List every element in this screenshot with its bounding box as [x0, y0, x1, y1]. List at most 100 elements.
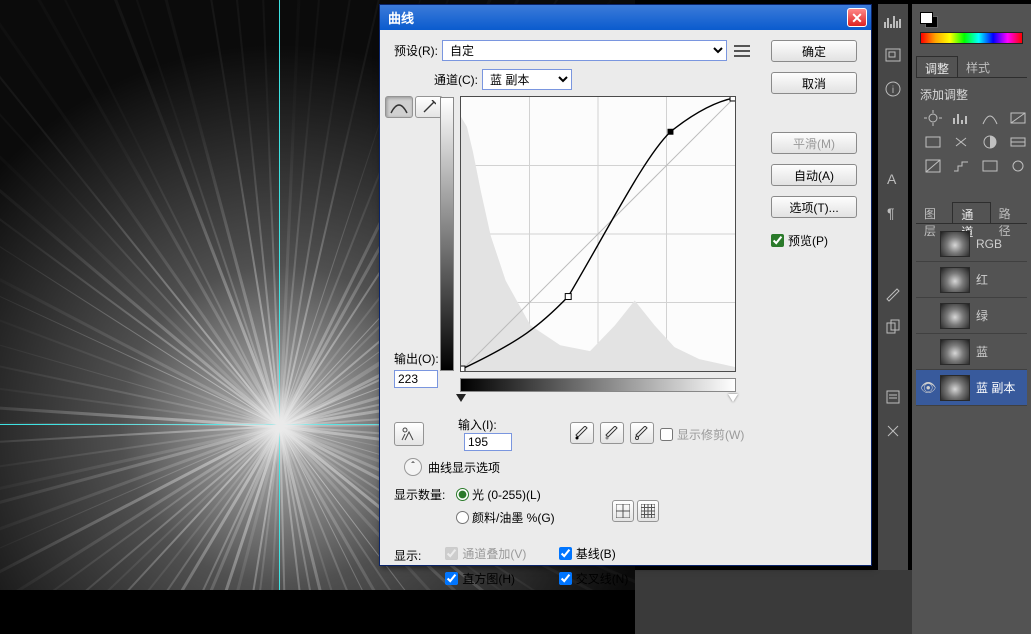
input-group: 输入(I):: [458, 416, 512, 451]
foreground-swatch[interactable]: [920, 12, 933, 24]
chk-histogram[interactable]: 直方图(H): [445, 570, 555, 587]
target-adjust-tool[interactable]: [394, 422, 424, 446]
add-adjustment-label: 添加调整: [920, 86, 1027, 103]
curves-dialog: 曲线 ✕ 预设(R): 自定 通道(C): 蓝 副本: [379, 4, 872, 566]
svg-text:A: A: [887, 171, 897, 187]
curve-draw-tool[interactable]: [415, 96, 443, 118]
character-icon[interactable]: A: [883, 170, 903, 188]
layers-tabbar: 图层 通道 路径: [916, 202, 1027, 224]
output-gradient: [440, 97, 454, 371]
selective-color-icon[interactable]: [1009, 157, 1027, 175]
tab-adjust[interactable]: 调整: [916, 56, 958, 77]
output-field[interactable]: [394, 370, 438, 388]
curve-display-expand: ˆ 曲线显示选项: [404, 458, 500, 476]
levels-icon[interactable]: [952, 109, 970, 127]
curve-point-tool[interactable]: [385, 96, 413, 118]
output-group: 输出(O):: [394, 350, 444, 388]
tab-channels[interactable]: 通道: [952, 202, 990, 223]
curve-grid[interactable]: [460, 96, 736, 372]
dialog-button-column: 确定 取消 平滑(M) 自动(A) 选项(T)... 预览(P): [771, 40, 857, 249]
hsl-icon[interactable]: [952, 133, 970, 151]
input-field[interactable]: [464, 433, 512, 451]
clone-source-icon[interactable]: [883, 318, 903, 336]
preset-label: 预设(R):: [394, 42, 438, 59]
channel-thumbnail: [940, 339, 970, 365]
tools-icon[interactable]: [883, 422, 903, 440]
show-label: 显示:: [394, 547, 442, 564]
eyedropper-white[interactable]: [630, 422, 654, 444]
radio-light[interactable]: 光 (0-255)(L): [456, 486, 541, 503]
ok-button[interactable]: 确定: [771, 40, 857, 62]
radio-ink[interactable]: 颜料/油墨 %(G): [456, 509, 555, 526]
threshold-icon[interactable]: [981, 157, 999, 175]
input-gradient: [460, 378, 736, 392]
input-label: 输入(I):: [458, 418, 497, 432]
chk-intersection[interactable]: 交叉线(N): [559, 570, 669, 587]
preset-select[interactable]: 自定: [442, 40, 727, 61]
close-button[interactable]: ✕: [847, 8, 867, 27]
tab-paths[interactable]: 路径: [991, 202, 1027, 223]
brush-icon[interactable]: [883, 284, 903, 302]
brightness-icon[interactable]: [924, 109, 942, 127]
grid-coarse-icon[interactable]: [612, 500, 634, 522]
channel-item-rgb[interactable]: RGB: [916, 226, 1027, 262]
tab-style[interactable]: 样式: [958, 56, 998, 77]
grid-fine-icon[interactable]: [637, 500, 659, 522]
channel-item-green[interactable]: 绿: [916, 298, 1027, 334]
display-amount-label: 显示数量:: [394, 486, 456, 503]
white-point-slider[interactable]: [728, 394, 738, 402]
color-ramp[interactable]: [920, 32, 1023, 44]
foreground-background-swatch[interactable]: [920, 12, 938, 28]
dialog-titlebar[interactable]: 曲线 ✕: [380, 5, 871, 30]
collapse-icon[interactable]: ˆ: [404, 458, 422, 476]
bw-icon[interactable]: [981, 133, 999, 151]
right-panel-stack: 调整 样式 添加调整 图层 通道 路径 R: [912, 4, 1031, 634]
preset-menu-icon[interactable]: [733, 42, 751, 60]
info-icon[interactable]: i: [883, 80, 903, 98]
channel-thumbnail: [940, 375, 970, 401]
grid-size-buttons: [612, 500, 659, 522]
channel-select[interactable]: 蓝 副本: [482, 69, 572, 90]
eyedropper-black[interactable]: [570, 422, 594, 444]
auto-button[interactable]: 自动(A): [771, 164, 857, 186]
gradient-icon[interactable]: [1009, 133, 1027, 151]
channel-item-blue[interactable]: 蓝: [916, 334, 1027, 370]
channel-thumbnail: [940, 267, 970, 293]
show-clipping-checkbox[interactable]: 显示修剪(W): [660, 426, 744, 443]
output-label: 输出(O):: [394, 350, 440, 367]
chk-channel-overlay[interactable]: 通道叠加(V): [445, 545, 555, 562]
notes-icon[interactable]: [883, 388, 903, 406]
eyedropper-gray[interactable]: [600, 422, 624, 444]
chk-baseline[interactable]: 基线(B): [559, 545, 669, 562]
paragraph-icon[interactable]: ¶: [883, 204, 903, 222]
eye-icon[interactable]: 👁: [920, 380, 934, 396]
black-point-slider[interactable]: [456, 394, 466, 402]
histogram-icon[interactable]: [883, 12, 903, 30]
cancel-button[interactable]: 取消: [771, 72, 857, 94]
smooth-button: 平滑(M): [771, 132, 857, 154]
collapsed-panel-toolbar: i A ¶: [878, 4, 908, 570]
channel-label: 通道(C):: [434, 71, 478, 88]
vibrance-icon[interactable]: [924, 133, 942, 151]
eyedropper-group: [570, 422, 654, 444]
posterize-icon[interactable]: [952, 157, 970, 175]
curves-icon[interactable]: [981, 109, 999, 127]
svg-text:¶: ¶: [887, 205, 895, 221]
dialog-title: 曲线: [384, 8, 847, 27]
canvas-bottom-strip: [0, 590, 635, 634]
channel-item-red[interactable]: 红: [916, 262, 1027, 298]
exposure-icon[interactable]: [1009, 109, 1027, 127]
curve-display-options: 显示数量: 光 (0-255)(L) 颜料/油墨 %(G): [394, 486, 751, 532]
svg-text:i: i: [892, 85, 894, 96]
navigator-icon[interactable]: [883, 46, 903, 64]
channel-thumbnail: [940, 303, 970, 329]
channels-list: RGB 红 绿 蓝 👁 蓝 副本: [916, 226, 1027, 406]
invert-icon[interactable]: [924, 157, 942, 175]
preview-checkbox[interactable]: 预览(P): [771, 232, 857, 249]
curve-tool-column: [394, 96, 434, 118]
tab-layers[interactable]: 图层: [916, 202, 952, 223]
options-button[interactable]: 选项(T)...: [771, 196, 857, 218]
channel-thumbnail: [940, 231, 970, 257]
show-checkbox-group: 显示: 通道叠加(V) 基线(B) 直方图(H) 交叉线(N): [394, 545, 669, 588]
channel-item-blue-copy[interactable]: 👁 蓝 副本: [916, 370, 1027, 406]
